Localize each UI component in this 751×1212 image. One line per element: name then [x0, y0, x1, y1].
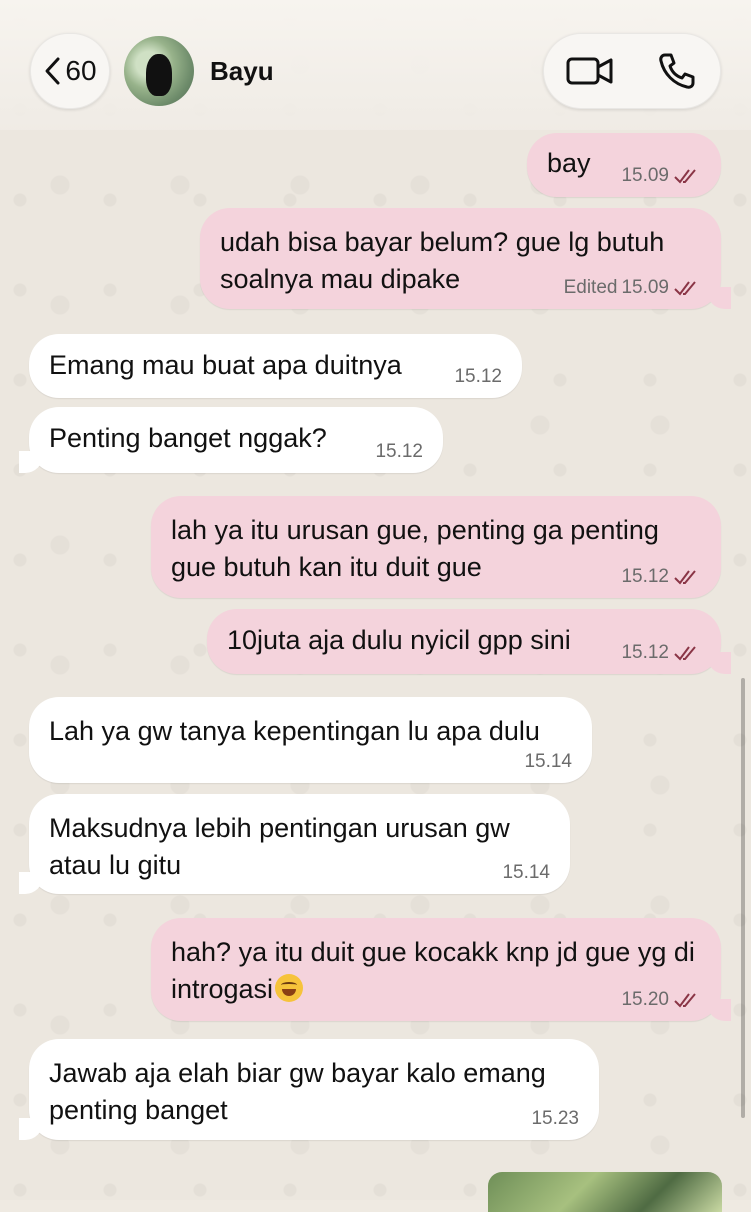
- message-bubble-incoming[interactable]: Jawab aja elah biar gw bayar kalo emang …: [19, 1039, 599, 1140]
- message-bubble-outgoing[interactable]: udah bisa bayar belum? gue lg butuh soal…: [200, 208, 731, 309]
- read-ticks-icon: [674, 646, 696, 661]
- read-ticks-icon: [674, 281, 696, 296]
- message-time: 15.12: [454, 366, 502, 387]
- message-bubble-outgoing[interactable]: lah ya itu urusan gue, penting ga pentin…: [151, 496, 721, 598]
- unread-count: 60: [65, 55, 97, 86]
- image-message-thumbnail[interactable]: [488, 1172, 722, 1212]
- scrollbar[interactable]: [741, 678, 745, 1118]
- message-time: 15.12: [621, 566, 669, 587]
- read-ticks-icon: [674, 993, 696, 1008]
- message-time: 15.20: [621, 989, 669, 1010]
- message-meta: 15.14: [524, 751, 572, 773]
- read-ticks-icon: [674, 169, 696, 184]
- contact-name[interactable]: Bayu: [210, 56, 274, 87]
- message-bubble-incoming[interactable]: Maksudnya lebih pentingan urusan gw atau…: [19, 794, 570, 894]
- phone-call-icon[interactable]: [657, 51, 697, 91]
- message-meta: 15.09: [621, 165, 701, 187]
- message-text: 10juta aja dulu nyicil gpp sini: [227, 625, 571, 655]
- message-meta: 15.12: [621, 566, 701, 588]
- video-call-icon[interactable]: [565, 51, 615, 91]
- message-meta: 15.23: [531, 1108, 579, 1130]
- message-meta: 15.14: [502, 862, 550, 884]
- message-meta: Edited 15.09: [564, 277, 701, 299]
- message-text: Emang mau buat apa duitnya: [49, 350, 402, 380]
- message-bubble-outgoing[interactable]: bay 15.09: [527, 133, 721, 197]
- message-text: Lah ya gw tanya kepentingan lu apa dulu: [49, 716, 540, 746]
- message-text: Penting banget nggak?: [49, 423, 327, 453]
- back-button[interactable]: 60: [30, 33, 110, 109]
- message-time: 15.14: [502, 862, 550, 883]
- message-bubble-outgoing[interactable]: 10juta aja dulu nyicil gpp sini 15.12: [207, 609, 731, 674]
- message-time: 15.09: [621, 277, 669, 298]
- message-meta: 15.20: [621, 989, 701, 1011]
- message-meta: 15.12: [454, 366, 502, 388]
- read-ticks-icon: [674, 570, 696, 585]
- message-meta: 15.12: [621, 642, 701, 664]
- message-time: 15.12: [375, 441, 423, 462]
- message-time: 15.12: [621, 642, 669, 663]
- edited-label: Edited: [563, 277, 618, 298]
- message-bubble-incoming[interactable]: Lah ya gw tanya kepentingan lu apa dulu …: [29, 697, 592, 783]
- message-bubble-outgoing[interactable]: hah? ya itu duit gue kocakk knp jd gue y…: [151, 918, 731, 1021]
- chat-header: 60 Bayu: [0, 0, 751, 130]
- message-bubble-incoming[interactable]: Penting banget nggak? 15.12: [19, 407, 443, 473]
- message-time: 15.23: [531, 1108, 579, 1129]
- call-actions: [543, 33, 721, 109]
- message-time: 15.14: [524, 751, 572, 772]
- message-text: Jawab aja elah biar gw bayar kalo emang …: [49, 1058, 546, 1125]
- chevron-left-icon: [45, 57, 60, 85]
- rolling-laughing-emoji-icon: [275, 974, 304, 1002]
- avatar[interactable]: [124, 36, 194, 106]
- message-text: Maksudnya lebih pentingan urusan gw atau…: [49, 813, 510, 880]
- message-meta: 15.12: [375, 441, 423, 463]
- message-text: bay: [547, 148, 591, 178]
- message-time: 15.09: [621, 165, 669, 186]
- message-bubble-incoming[interactable]: Emang mau buat apa duitnya 15.12: [29, 334, 522, 398]
- message-text: lah ya itu urusan gue, penting ga pentin…: [171, 515, 659, 582]
- message-text: hah? ya itu duit gue kocakk knp jd gue y…: [171, 937, 695, 1004]
